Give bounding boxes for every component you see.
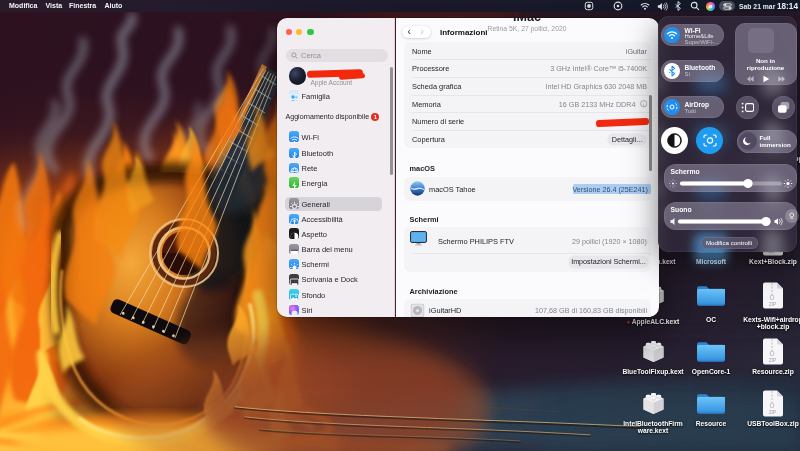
svg-text:i: i — [643, 102, 645, 107]
